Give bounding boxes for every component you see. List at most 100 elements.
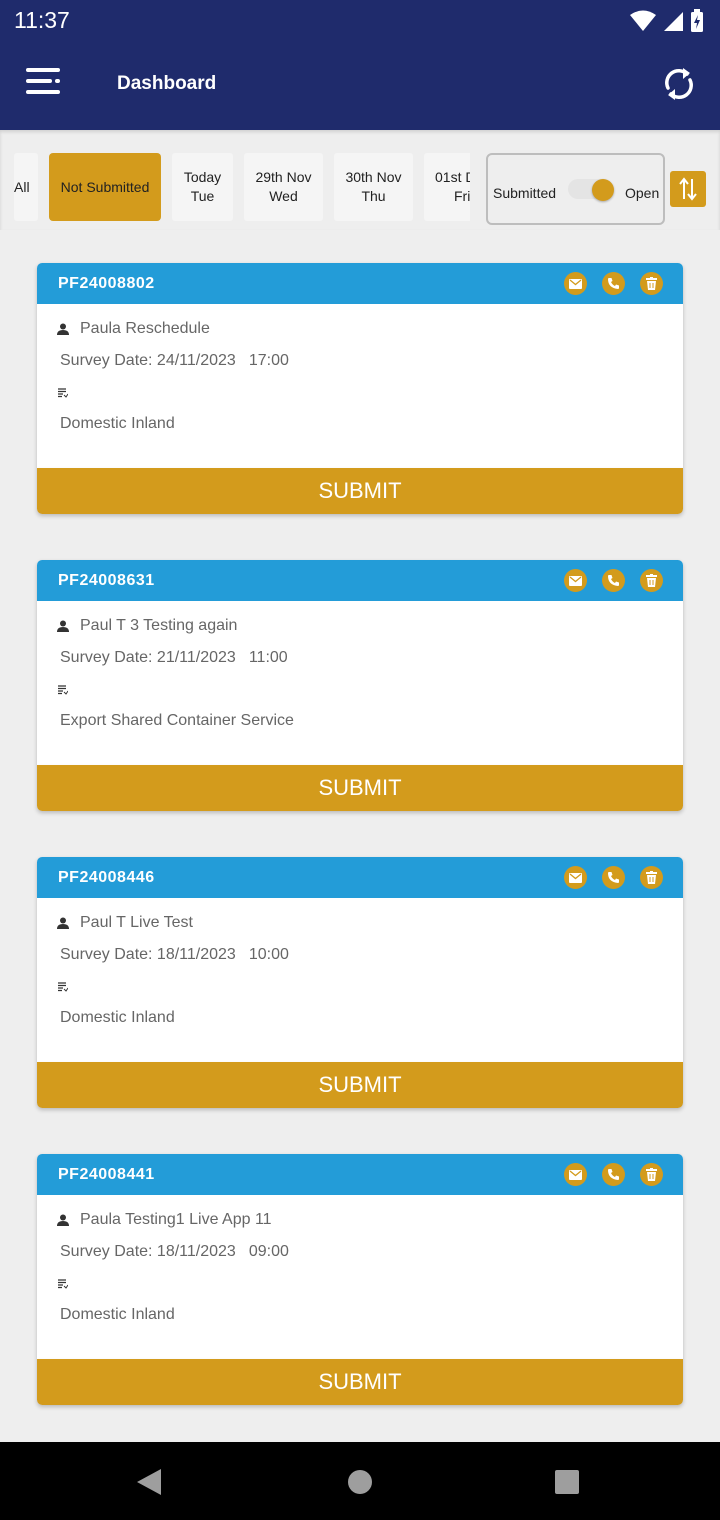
survey-time: 11:00 bbox=[248, 649, 288, 666]
phone-button[interactable] bbox=[602, 569, 625, 592]
notes-row bbox=[58, 682, 69, 700]
chip-weekday: Tue bbox=[190, 188, 215, 204]
job-reference: PF24008446 bbox=[58, 869, 155, 886]
notes-icon bbox=[58, 388, 69, 398]
phone-button[interactable] bbox=[602, 866, 625, 889]
toggle-open-label: Open bbox=[625, 185, 660, 201]
email-button[interactable] bbox=[564, 569, 587, 592]
chip-weekday: Fri bbox=[454, 188, 470, 204]
signal-icon bbox=[664, 12, 683, 31]
delete-button[interactable] bbox=[640, 272, 663, 295]
notes-row bbox=[58, 979, 69, 997]
notes-icon bbox=[58, 1279, 69, 1289]
customer-name: Paula Reschedule bbox=[80, 320, 210, 337]
survey-time: 17:00 bbox=[248, 352, 289, 369]
date-filter-chips: All Not Submitted Today Tue 29th Nov Wed… bbox=[14, 153, 470, 221]
card-actions bbox=[564, 272, 663, 295]
person-icon bbox=[57, 323, 69, 335]
submit-button[interactable]: SUBMIT bbox=[37, 1359, 683, 1405]
chip-not-submitted[interactable]: Not Submitted bbox=[49, 153, 161, 221]
battery-icon bbox=[691, 9, 703, 32]
app-bar: Dashboard bbox=[0, 40, 720, 130]
submit-button[interactable]: SUBMIT bbox=[37, 765, 683, 811]
phone-icon bbox=[608, 278, 619, 289]
wifi-icon bbox=[630, 10, 656, 31]
chip-01st-dec[interactable]: 01st D Fri bbox=[424, 153, 470, 221]
delete-icon bbox=[646, 871, 657, 884]
submit-button[interactable]: SUBMIT bbox=[37, 1062, 683, 1108]
phone-button[interactable] bbox=[602, 1163, 625, 1186]
status-switch-thumb[interactable] bbox=[592, 179, 614, 201]
home-icon[interactable] bbox=[348, 1470, 372, 1494]
chip-day: 30th Nov bbox=[345, 169, 402, 185]
notes-row bbox=[58, 1276, 69, 1294]
person-icon bbox=[57, 917, 69, 929]
service-type: Domestic Inland bbox=[60, 415, 175, 432]
chip-29th-nov[interactable]: 29th Nov Wed bbox=[244, 153, 323, 221]
email-button[interactable] bbox=[564, 866, 587, 889]
delete-icon bbox=[646, 574, 657, 587]
back-icon[interactable] bbox=[136, 1468, 162, 1496]
card-actions bbox=[564, 866, 663, 889]
survey-date-row: Survey Date: 24/11/2023 17:00 bbox=[60, 352, 289, 370]
sync-button[interactable] bbox=[660, 64, 698, 104]
recents-icon[interactable] bbox=[555, 1470, 579, 1494]
survey-date-row: Survey Date: 18/11/2023 10:00 bbox=[60, 946, 289, 964]
email-button[interactable] bbox=[564, 1163, 587, 1186]
delete-icon bbox=[646, 277, 657, 290]
customer-name: Paula Testing1 Live App 11 bbox=[80, 1211, 272, 1228]
service-type: Domestic Inland bbox=[60, 1306, 175, 1323]
customer-row: Paula Reschedule bbox=[57, 320, 210, 338]
job-reference: PF24008802 bbox=[58, 275, 155, 292]
sort-button[interactable] bbox=[670, 171, 706, 207]
phone-button[interactable] bbox=[602, 272, 625, 295]
survey-date: Survey Date: 18/11/2023 bbox=[60, 946, 236, 963]
survey-date-row: Survey Date: 18/11/2023 09:00 bbox=[60, 1243, 289, 1261]
email-button[interactable] bbox=[564, 272, 587, 295]
survey-date: Survey Date: 21/11/2023 bbox=[60, 649, 236, 666]
sort-icon bbox=[679, 177, 697, 201]
email-icon bbox=[569, 278, 582, 289]
card-actions bbox=[564, 1163, 663, 1186]
menu-icon bbox=[26, 68, 60, 94]
email-icon bbox=[569, 872, 582, 883]
chip-label: Not Submitted bbox=[60, 178, 150, 195]
toggle-submitted-label: Submitted bbox=[493, 185, 557, 201]
delete-icon bbox=[646, 1168, 657, 1181]
phone-icon bbox=[608, 575, 619, 586]
email-icon bbox=[569, 575, 582, 586]
chip-all[interactable]: All bbox=[14, 153, 38, 221]
status-icons bbox=[630, 9, 704, 33]
chip-day: 29th Nov bbox=[255, 169, 312, 185]
page-title: Dashboard bbox=[117, 73, 217, 94]
phone-icon bbox=[608, 872, 619, 883]
survey-date: Survey Date: 24/11/2023 bbox=[60, 352, 236, 369]
chip-today[interactable]: Today Tue bbox=[172, 153, 233, 221]
delete-button[interactable] bbox=[640, 569, 663, 592]
chip-label: All bbox=[14, 178, 30, 195]
chip-day: Today bbox=[183, 169, 222, 185]
system-nav-bar bbox=[0, 1442, 720, 1520]
card-header: PF24008802 bbox=[37, 263, 683, 304]
survey-card: PF24008441 Paula Testing1 Live App 11 Su… bbox=[37, 1154, 683, 1405]
menu-button[interactable] bbox=[22, 62, 70, 106]
survey-time: 09:00 bbox=[248, 1243, 289, 1260]
customer-name: Paul T Live Test bbox=[80, 914, 193, 931]
survey-card: PF24008631 Paul T 3 Testing again Survey… bbox=[37, 560, 683, 811]
customer-row: Paul T Live Test bbox=[57, 914, 193, 932]
chip-weekday: Thu bbox=[361, 188, 386, 204]
card-header: PF24008446 bbox=[37, 857, 683, 898]
delete-button[interactable] bbox=[640, 1163, 663, 1186]
survey-card: PF24008446 Paul T Live Test Survey Date:… bbox=[37, 857, 683, 1108]
submit-button[interactable]: SUBMIT bbox=[37, 468, 683, 514]
customer-row: Paula Testing1 Live App 11 bbox=[57, 1211, 272, 1229]
survey-date-row: Survey Date: 21/11/2023 11:00 bbox=[60, 649, 288, 667]
chip-30th-nov[interactable]: 30th Nov Thu bbox=[334, 153, 413, 221]
chip-day: 01st D bbox=[435, 169, 470, 185]
delete-button[interactable] bbox=[640, 866, 663, 889]
survey-date: Survey Date: 18/11/2023 bbox=[60, 1243, 236, 1260]
survey-card: PF24008802 Paula Reschedule Survey Date:… bbox=[37, 263, 683, 514]
filter-bar: All Not Submitted Today Tue 29th Nov Wed… bbox=[0, 130, 720, 230]
service-type: Export Shared Container Service bbox=[60, 712, 294, 729]
person-icon bbox=[57, 620, 69, 632]
